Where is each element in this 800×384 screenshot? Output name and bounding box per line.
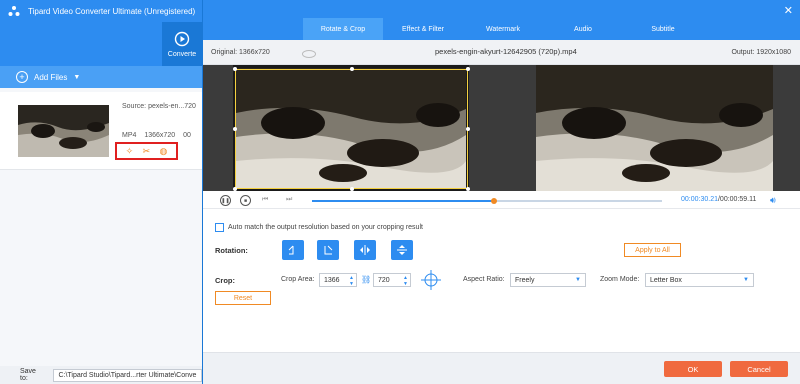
- add-files-button[interactable]: + Add Files ▼: [0, 66, 202, 88]
- edit-tools-group: ✧ ✂ ◍: [115, 142, 178, 160]
- zoom-mode-value: Letter Box: [650, 276, 682, 284]
- save-to-bar: Save to: C:\Tipard Studio\Tipard...rter …: [0, 366, 202, 384]
- crop-frame[interactable]: [233, 67, 470, 191]
- skip-back-icon[interactable]: ⏮: [262, 196, 268, 204]
- chevron-down-icon: ▼: [743, 277, 749, 283]
- progress-slider[interactable]: [312, 198, 662, 204]
- file-meta: MP4 1366x720 00: [122, 132, 197, 139]
- edit-dialog: ✕ Rotate & Crop Effect & Filter Watermar…: [202, 0, 800, 384]
- flip-horizontal-icon: [360, 245, 370, 255]
- close-icon[interactable]: ✕: [784, 4, 793, 17]
- crop-handle-top[interactable]: [350, 67, 354, 71]
- crop-area-label: Crop Area:: [281, 276, 315, 283]
- file-duration: 00: [183, 132, 191, 139]
- crop-height-stepper-icon[interactable]: ▲ ▼: [403, 275, 408, 287]
- progress-thumb[interactable]: [491, 198, 497, 204]
- file-resolution: 1366x720: [144, 132, 176, 139]
- thumbnail-image: [18, 105, 109, 157]
- rotation-label: Rotation:: [215, 246, 248, 255]
- volume-icon[interactable]: 🔊︎: [770, 195, 776, 206]
- rotate-right-button[interactable]: [317, 240, 339, 260]
- auto-match-row[interactable]: Auto match the output resolution based o…: [215, 223, 423, 232]
- eye-icon[interactable]: [302, 50, 316, 58]
- aspect-ratio-label: Aspect Ratio:: [463, 276, 505, 283]
- rotate-left-button[interactable]: [282, 240, 304, 260]
- auto-match-label: Auto match the output resolution based o…: [228, 224, 423, 231]
- crop-width-stepper-icon[interactable]: ▲ ▼: [349, 275, 354, 287]
- app-title: Tipard Video Converter Ultimate (Unregis…: [28, 6, 196, 16]
- crop-height-value: 720: [378, 276, 390, 284]
- playback-bar: ❚❚ ■ ⏮ ⏭ 00:00:30.21/00:00:59.11 🔊︎: [203, 191, 800, 209]
- file-format: MP4: [122, 132, 137, 139]
- file-list-item: Source: pexels-en...720 MP4 1366x720 00 …: [0, 92, 202, 170]
- crop-handle-left[interactable]: [233, 127, 237, 131]
- tab-converter[interactable]: Converte: [162, 22, 202, 66]
- video-filename: pexels-engin-akyurt-12642905 (720p).mp4: [435, 47, 577, 56]
- dialog-footer: OK Cancel: [203, 352, 800, 384]
- flip-vertical-icon: [397, 245, 407, 255]
- time-total: /00:00:59.11: [717, 196, 757, 203]
- dialog-tabs: Rotate & Crop Effect & Filter Watermark …: [303, 18, 703, 40]
- tab-audio[interactable]: Audio: [543, 18, 623, 40]
- chevron-down-icon: ▼: [575, 277, 581, 283]
- video-thumbnail[interactable]: [18, 105, 109, 157]
- scissors-icon[interactable]: ✂: [143, 146, 151, 156]
- crop-handle-top-right[interactable]: [466, 67, 470, 71]
- chevron-down-icon[interactable]: ▼: [73, 74, 80, 81]
- aspect-ratio-select[interactable]: Freely ▼: [510, 273, 586, 287]
- converter-icon: [174, 31, 190, 46]
- center-crop-icon[interactable]: [421, 270, 441, 290]
- file-source: Source: pexels-en...720: [122, 103, 196, 110]
- original-resolution: Original: 1366x720: [211, 49, 270, 56]
- save-to-label: Save to:: [20, 368, 36, 382]
- time-current: 00:00:30.21: [681, 196, 718, 203]
- rotate-right-icon: [324, 245, 333, 255]
- palette-icon[interactable]: ◍: [159, 146, 167, 156]
- tab-effect-filter[interactable]: Effect & Filter: [383, 18, 463, 40]
- tab-rotate-crop[interactable]: Rotate & Crop: [303, 18, 383, 40]
- plus-icon: +: [16, 71, 28, 83]
- tab-subtitle[interactable]: Subtitle: [623, 18, 703, 40]
- flip-horizontal-button[interactable]: [354, 240, 376, 260]
- dialog-header: ✕ Rotate & Crop Effect & Filter Watermar…: [203, 0, 800, 40]
- progress-fill: [312, 200, 494, 202]
- crop-handle-right[interactable]: [466, 127, 470, 131]
- rotate-left-icon: [288, 245, 294, 255]
- time-display: 00:00:30.21/00:00:59.11: [681, 196, 756, 203]
- crop-handle-top-left[interactable]: [233, 67, 237, 71]
- tab-watermark[interactable]: Watermark: [463, 18, 543, 40]
- add-files-label: Add Files: [34, 72, 68, 82]
- skip-forward-icon[interactable]: ⏭: [286, 196, 292, 204]
- crop-width-value: 1366: [324, 276, 340, 284]
- tab-converter-label: Converte: [167, 50, 197, 58]
- ok-button[interactable]: OK: [664, 361, 722, 377]
- crop-width-input[interactable]: 1366 ▲ ▼: [319, 273, 357, 287]
- zoom-mode-label: Zoom Mode:: [600, 276, 640, 283]
- app-logo-icon: [8, 6, 20, 16]
- pause-button[interactable]: ❚❚: [220, 195, 231, 206]
- apply-to-all-button[interactable]: Apply to All: [624, 243, 681, 257]
- zoom-mode-select[interactable]: Letter Box ▼: [645, 273, 754, 287]
- stop-button[interactable]: ■: [240, 195, 251, 206]
- cancel-button[interactable]: Cancel: [730, 361, 788, 377]
- lock-ratio-icon[interactable]: ⛓: [361, 275, 371, 284]
- crop-section-label: Crop:: [215, 276, 235, 285]
- flip-vertical-button[interactable]: [391, 240, 413, 260]
- reset-button[interactable]: Reset: [215, 291, 271, 305]
- video-info-bar: Original: 1366x720 pexels-engin-akyurt-1…: [203, 40, 800, 65]
- output-resolution: Output: 1920x1080: [731, 49, 791, 56]
- auto-match-checkbox[interactable]: [215, 223, 224, 232]
- edit-star-icon[interactable]: ✧: [126, 146, 134, 156]
- output-video-frame: [536, 65, 773, 191]
- save-to-path[interactable]: C:\Tipard Studio\Tipard...rter Ultimate\…: [53, 368, 202, 382]
- output-preview: [536, 65, 773, 191]
- crop-height-input[interactable]: 720 ▲ ▼: [373, 273, 411, 287]
- aspect-ratio-value: Freely: [515, 276, 535, 284]
